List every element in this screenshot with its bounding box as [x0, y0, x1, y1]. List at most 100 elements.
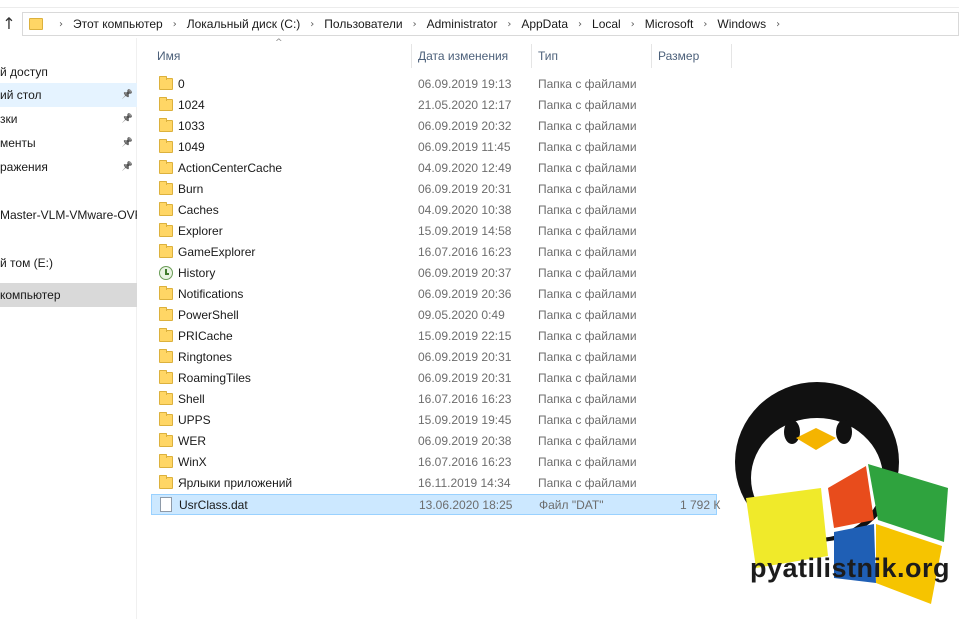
breadcrumb-item[interactable]: Пользователи	[324, 17, 402, 31]
file-row[interactable]: GameExplorer 16.07.2016 16:23 Папка с файл…	[151, 242, 717, 263]
file-date: 16.07.2016 16:23	[418, 392, 512, 406]
nav-item[interactable]: й том (E:)	[0, 251, 137, 275]
file-row[interactable]: 1024 21.05.2020 12:17 Папка с файлами	[151, 95, 717, 116]
file-name: 1033	[178, 119, 205, 133]
nav-item[interactable]: ий стол 📌	[0, 83, 137, 107]
file-name: RoamingTiles	[178, 371, 251, 385]
chevron-right-icon[interactable]: ›	[59, 19, 63, 30]
breadcrumb-item[interactable]: Local	[592, 17, 621, 31]
nav-item[interactable]: компьютер	[0, 283, 137, 307]
file-row[interactable]: WinX 16.07.2016 16:23 Папка с файлами	[151, 452, 717, 473]
folder-icon	[159, 328, 173, 342]
file-row[interactable]: PowerShell 09.05.2020 0:49 Папка с файлами	[151, 305, 717, 326]
watermark-logo: pyatilistnik.org	[716, 378, 959, 619]
file-row[interactable]: Ringtones 06.09.2019 20:31 Папка с файлами	[151, 347, 717, 368]
file-date: 15.09.2019 14:58	[418, 224, 512, 238]
file-name: 1024	[178, 98, 205, 112]
chevron-right-icon[interactable]: ›	[703, 19, 707, 30]
file-row[interactable]: Burn 06.09.2019 20:31 Папка с файлами	[151, 179, 717, 200]
breadcrumb-item[interactable]: AppData	[521, 17, 568, 31]
file-name: WER	[178, 434, 206, 448]
file-size: 1 792 К	[680, 498, 721, 512]
file-row[interactable]: Shell 16.07.2016 16:23 Папка с файлами	[151, 389, 717, 410]
nav-item-label: ий стол	[0, 88, 42, 102]
file-row[interactable]: 1049 06.09.2019 11:45 Папка с файлами	[151, 137, 717, 158]
file-row[interactable]: History 06.09.2019 20:37 Папка с файлами	[151, 263, 717, 284]
file-row[interactable]: 1033 06.09.2019 20:32 Папка с файлами	[151, 116, 717, 137]
chevron-right-icon[interactable]: ›	[507, 19, 511, 30]
file-name: WinX	[178, 455, 207, 469]
nav-item[interactable]: менты 📌	[0, 131, 137, 155]
breadcrumb-item[interactable]: Administrator	[427, 17, 498, 31]
file-type: Папка с файлами	[538, 455, 637, 469]
file-date: 06.09.2019 20:31	[418, 350, 512, 364]
file-row[interactable]: UsrClass.dat 13.06.2020 18:25 Файл "DAT" 1 …	[151, 494, 721, 515]
file-row[interactable]: Ярлыки приложений 16.11.2019 14:34 Папка с…	[151, 473, 717, 494]
chevron-right-icon[interactable]: ›	[776, 19, 780, 30]
column-header-name[interactable]: Имя	[151, 44, 412, 68]
chevron-right-icon[interactable]: ›	[578, 19, 582, 30]
column-header-date[interactable]: Дата изменения	[412, 44, 532, 68]
file-name: Ringtones	[178, 350, 233, 364]
folder-icon	[29, 18, 43, 30]
file-type: Папка с файлами	[538, 266, 637, 280]
file-date: 04.09.2020 12:49	[418, 161, 512, 175]
file-date: 16.11.2019 14:34	[418, 476, 511, 490]
chevron-right-icon[interactable]: ›	[173, 19, 177, 30]
folder-icon	[159, 181, 173, 195]
address-bar[interactable]: › Этот компьютер › Локальный диск (C:) › Поль…	[22, 12, 959, 36]
pin-icon[interactable]: 📌	[122, 83, 133, 107]
file-type: Папка с файлами	[538, 350, 637, 364]
file-type: Папка с файлами	[538, 182, 637, 196]
breadcrumb-item[interactable]: Windows	[717, 17, 766, 31]
file-type: Папка с файлами	[538, 224, 637, 238]
file-row[interactable]: ActionCenterCache 04.09.2020 12:49 Папка с…	[151, 158, 717, 179]
folder-icon	[159, 475, 173, 489]
file-name: 0	[178, 77, 185, 91]
file-date: 06.09.2019 20:31	[418, 182, 512, 196]
file-name: Ярлыки приложений	[178, 476, 293, 490]
file-name: GameExplorer	[178, 245, 256, 259]
file-row[interactable]: WER 06.09.2019 20:38 Папка с файлами	[151, 431, 717, 452]
file-date: 15.09.2019 22:15	[418, 329, 512, 343]
column-header-size[interactable]: Размер	[652, 44, 732, 68]
file-row[interactable]: Explorer 15.09.2019 14:58 Папка с файлами	[151, 221, 717, 242]
breadcrumb-item[interactable]: Локальный диск (C:)	[187, 17, 301, 31]
file-type: Папка с файлами	[538, 161, 637, 175]
nav-item-label: й доступ	[0, 65, 48, 79]
file-name: Caches	[178, 203, 219, 217]
file-row[interactable]: RoamingTiles 06.09.2019 20:31 Папка с файл…	[151, 368, 717, 389]
nav-item[interactable]: Master-VLM-VMware-OVF	[0, 203, 137, 227]
file-type: Папка с файлами	[538, 413, 637, 427]
file-row[interactable]: 0 06.09.2019 19:13 Папка с файлами	[151, 74, 717, 95]
chevron-right-icon[interactable]: ›	[413, 19, 417, 30]
breadcrumb-item[interactable]: Этот компьютер	[73, 17, 163, 31]
folder-icon	[159, 349, 173, 363]
folder-icon	[159, 433, 173, 447]
file-date: 06.09.2019 19:13	[418, 77, 512, 91]
nav-item-label: менты	[0, 136, 36, 150]
pin-icon[interactable]: 📌	[122, 155, 133, 179]
chevron-right-icon[interactable]: ›	[310, 19, 314, 30]
navigation-pane: й доступ ий стол 📌 зки 📌 менты 📌 ражения 📌 Master…	[0, 38, 137, 619]
file-type: Папка с файлами	[538, 329, 637, 343]
nav-item[interactable]: ражения 📌	[0, 155, 137, 179]
watermark-text: pyatilistnik.org	[750, 553, 951, 583]
file-type: Папка с файлами	[538, 287, 637, 301]
file-row[interactable]: PRICache 15.09.2019 22:15 Папка с файлами	[151, 326, 717, 347]
breadcrumb-item[interactable]: Microsoft	[645, 17, 694, 31]
file-name: Explorer	[178, 224, 223, 238]
pin-icon[interactable]: 📌	[122, 107, 133, 131]
chevron-right-icon[interactable]: ›	[631, 19, 635, 30]
file-row[interactable]: UPPS 15.09.2019 19:45 Папка с файлами	[151, 410, 717, 431]
nav-item[interactable]: зки 📌	[0, 107, 137, 131]
pin-icon[interactable]: 📌	[122, 131, 133, 155]
nav-item-label: компьютер	[0, 288, 61, 302]
file-row[interactable]: Caches 04.09.2020 10:38 Папка с файлами	[151, 200, 717, 221]
folder-icon	[159, 118, 173, 132]
column-header-type[interactable]: Тип	[532, 44, 652, 68]
file-row[interactable]: Notifications 06.09.2019 20:36 Папка с фай…	[151, 284, 717, 305]
navigation-bar: ↑ › Этот компьютер › Локальный диск (C:) › По…	[0, 10, 959, 38]
up-arrow-icon[interactable]: ↑	[0, 14, 18, 34]
nav-item[interactable]: й доступ	[0, 60, 137, 84]
